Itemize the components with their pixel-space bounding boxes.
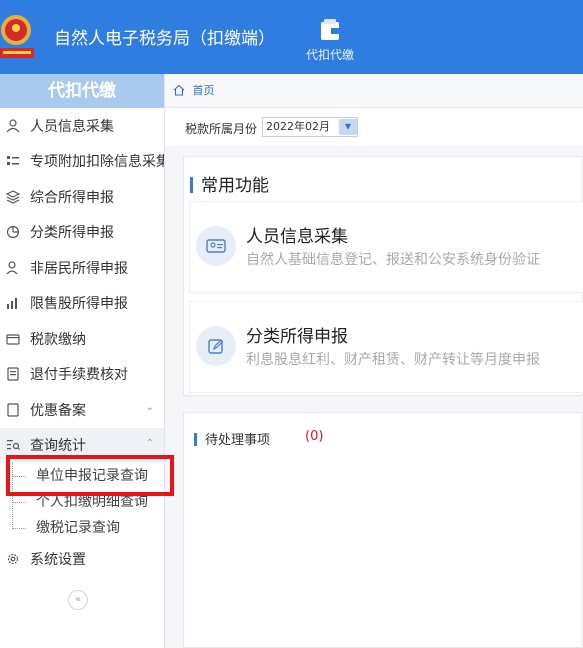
- pending-count[interactable]: (0): [305, 429, 323, 444]
- list-icon: [4, 153, 22, 169]
- sidebar-item-label: 专项附加扣除信息采集: [30, 154, 164, 171]
- tax-month-picker[interactable]: 2022年02月 ▾: [262, 117, 358, 137]
- card-classified-declaration[interactable]: 分类所得申报 利息股息红利、财产租赁、财产转让等月度申报: [189, 301, 583, 393]
- submenu-item-tax-payment-record[interactable]: 缴税记录查询: [0, 515, 164, 541]
- sidebar-item-label: 退付手续费核对: [30, 367, 128, 384]
- document-icon: [4, 402, 22, 418]
- query-icon: [4, 437, 22, 453]
- tax-emblem-icon: [0, 15, 34, 58]
- gear-icon: [4, 551, 22, 567]
- sidebar-item-nonresident[interactable]: 非居民所得申报: [0, 250, 164, 286]
- sidebar-item-settings[interactable]: 系统设置: [0, 541, 164, 577]
- card-title: 分类所得申报: [246, 327, 348, 347]
- main-content: 首页 税款所属月份 2022年02月 ▾ 常用功能 人员信息采集 自然人基础信息…: [165, 74, 583, 648]
- common-functions-panel: 常用功能 人员信息采集 自然人基础信息登记、报送和公安系统身份验证 分类所得申报…: [183, 156, 583, 396]
- sidebar-item-label: 税款缴纳: [30, 331, 86, 348]
- collapse-sidebar-button[interactable]: «: [68, 590, 88, 610]
- panel-title: 常用功能: [190, 171, 269, 196]
- sidebar-item-special-deduction[interactable]: 专项附加扣除信息采集: [0, 144, 164, 180]
- edit-icon: [196, 326, 236, 366]
- wallet-icon: [321, 19, 339, 40]
- home-icon: [173, 84, 185, 96]
- card-description: 利息股息红利、财产租赁、财产转让等月度申报: [246, 352, 540, 368]
- calendar-dropdown-icon[interactable]: ▾: [339, 119, 357, 135]
- module-withholding[interactable]: 代扣代缴: [290, 18, 370, 68]
- sidebar-item-classified[interactable]: 分类所得申报: [0, 215, 164, 251]
- wallet-icon: [4, 331, 22, 347]
- module-label: 代扣代缴: [305, 48, 354, 62]
- sidebar-item-label: 限售股所得申报: [30, 296, 128, 313]
- sidebar-item-label: 人员信息采集: [30, 118, 114, 135]
- sidebar-item-tax-payment[interactable]: 税款缴纳: [0, 321, 164, 357]
- pie-icon: [4, 224, 22, 240]
- app-title: 自然人电子税务局（扣缴端）: [54, 29, 275, 49]
- sidebar: 代扣代缴 人员信息采集 专项附加扣除信息采集 综合所得申报 分类所得申报 非居民…: [0, 74, 165, 648]
- pending-items-panel: 待处理事项 (0): [183, 412, 583, 648]
- pending-title: 待处理事项: [194, 429, 270, 448]
- sidebar-item-preferential[interactable]: 优惠备案 ⌄: [0, 392, 164, 428]
- sidebar-item-label: 系统设置: [30, 551, 86, 568]
- sidebar-heading: 代扣代缴: [0, 74, 164, 108]
- sidebar-item-label: 非居民所得申报: [30, 260, 128, 277]
- person-icon: [4, 118, 22, 134]
- filter-bar: 税款所属月份 2022年02月 ▾: [165, 108, 583, 146]
- breadcrumb: 首页: [165, 74, 583, 108]
- layers-icon: [4, 189, 22, 205]
- tax-month-label: 税款所属月份: [185, 122, 258, 136]
- card-title: 人员信息采集: [246, 227, 348, 247]
- sidebar-item-label: 优惠备案: [30, 402, 86, 419]
- id-card-icon: [196, 226, 236, 266]
- sidebar-item-label: 分类所得申报: [30, 225, 114, 242]
- user-icon: [4, 260, 22, 276]
- receipt-icon: [4, 366, 22, 382]
- sidebar-item-refund-fee[interactable]: 退付手续费核对: [0, 357, 164, 393]
- tax-month-value: 2022年02月: [266, 120, 330, 133]
- sidebar-item-restricted-shares[interactable]: 限售股所得申报: [0, 286, 164, 322]
- card-description: 自然人基础信息登记、报送和公安系统身份验证: [246, 252, 540, 268]
- top-header: 自然人电子税务局（扣缴端） 代扣代缴: [0, 0, 583, 74]
- chevron-up-icon: ⌃: [145, 437, 154, 449]
- sidebar-item-label: 查询统计: [30, 438, 86, 455]
- card-personnel-collection[interactable]: 人员信息采集 自然人基础信息登记、报送和公安系统身份验证: [189, 201, 583, 293]
- highlight-box: [6, 455, 174, 496]
- bar-chart-icon: [4, 295, 22, 311]
- sidebar-item-label: 综合所得申报: [30, 189, 114, 206]
- breadcrumb-home[interactable]: 首页: [193, 84, 215, 97]
- chevron-down-icon: ⌄: [145, 402, 154, 413]
- sidebar-item-comprehensive[interactable]: 综合所得申报: [0, 179, 164, 215]
- sidebar-item-personnel[interactable]: 人员信息采集: [0, 108, 164, 144]
